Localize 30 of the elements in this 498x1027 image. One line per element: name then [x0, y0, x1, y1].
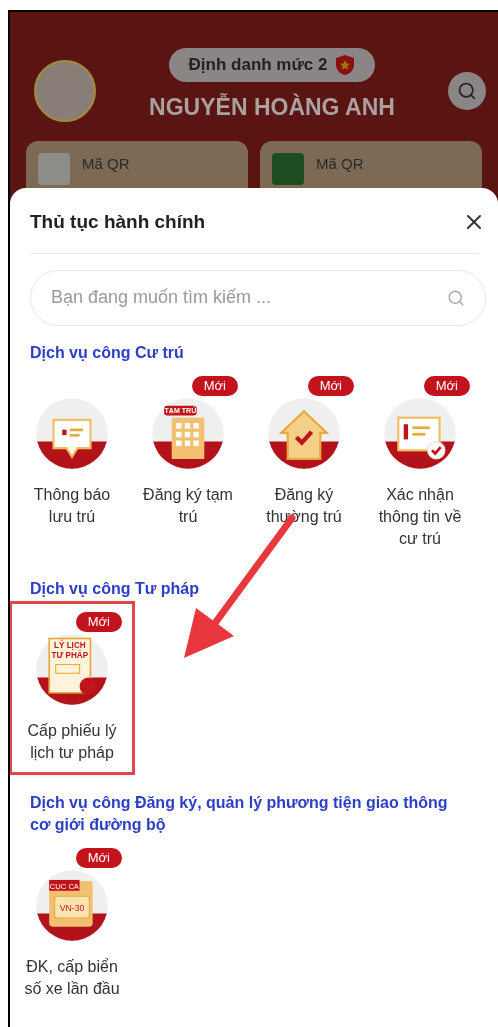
icon-label: CỤC CA [49, 881, 79, 891]
search-input[interactable]: Bạn đang muốn tìm kiếm ... [51, 284, 447, 311]
card-title: Mã QR [316, 153, 364, 174]
emblem-icon [272, 152, 304, 185]
section-title: Dịch vụ công Tư pháp [30, 578, 200, 599]
service-label: Xác nhận thông tin về cư trú [377, 484, 463, 549]
id-card-icon [38, 152, 70, 185]
search-icon [457, 81, 477, 101]
user-name: NGUYỄN HOÀNG ANH [149, 92, 395, 122]
search-icon [447, 288, 465, 307]
service-label: Đăng ký thường trú [265, 484, 343, 527]
new-badge: Mới [191, 375, 238, 396]
new-badge: Mới [75, 847, 122, 868]
new-badge: Mới [307, 375, 354, 396]
service-label: Cấp phiếu lý lịch tư pháp [26, 720, 118, 763]
shield-star-icon [335, 54, 356, 76]
level-text: Định danh mức 2 [188, 54, 328, 77]
new-badge: Mới [75, 611, 122, 632]
search-button[interactable] [448, 72, 486, 110]
service-item[interactable]: Thông báo lưu trú [12, 367, 132, 536]
section-title: Dịch vụ công Đăng ký, quản lý phương tiện giao thông cơ giới đường bộ [30, 792, 449, 835]
service-label: Đăng ký tạm trú [142, 484, 234, 527]
icon-label: VN-30 [59, 902, 85, 913]
service-label: Thông báo lưu trú [32, 484, 112, 527]
sheet-title: Thủ tục hành chính [30, 210, 206, 234]
service-label: ĐK, cấp biển số xe lần đầu [23, 956, 121, 999]
new-badge: Mới [423, 375, 470, 396]
service-item[interactable]: Mới CỤC CA VN-30 ĐK, cấp biển số xe lần đầu [12, 839, 132, 1008]
card-title: Mã QR [82, 153, 130, 174]
section-title: Dịch vụ công Cư trú [30, 342, 185, 363]
